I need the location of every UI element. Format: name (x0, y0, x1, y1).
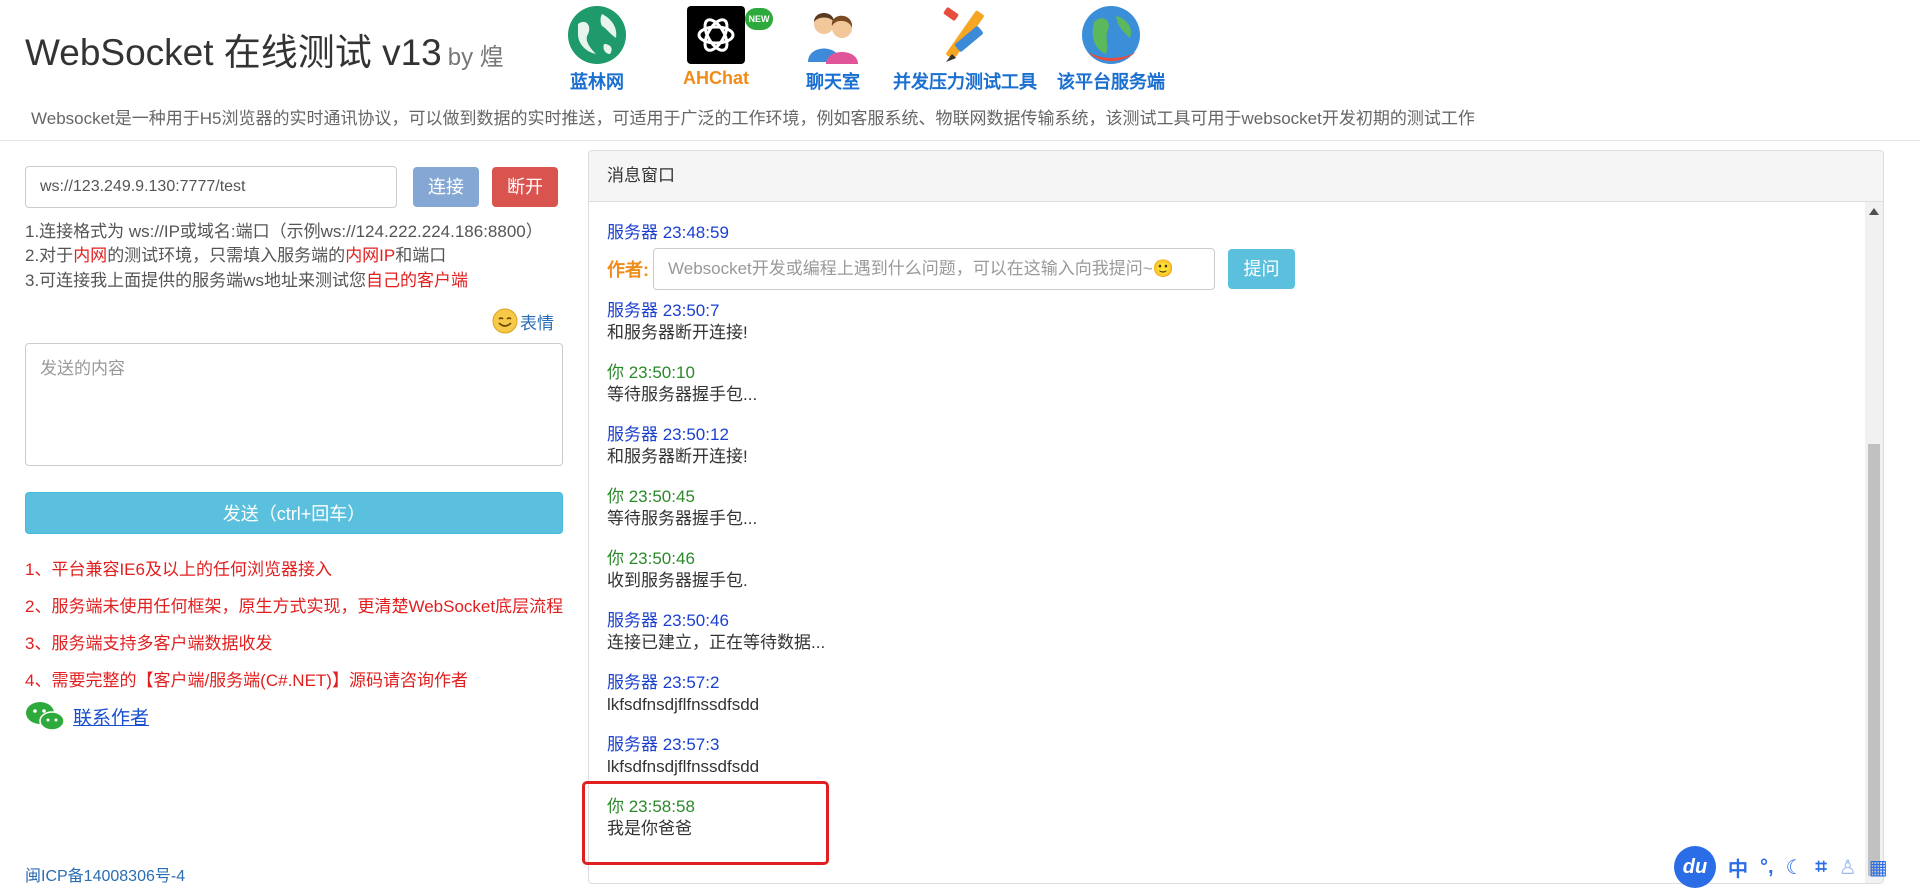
message-scrollbar[interactable] (1865, 202, 1883, 883)
tools-icon (943, 7, 984, 62)
grid-icon[interactable]: ▦ (1869, 855, 1888, 880)
connect-button[interactable]: 连接 (413, 167, 479, 207)
message-item: 你 23:50:46 收到服务器握手包. (607, 549, 748, 590)
user-icon[interactable]: ♙ (1839, 855, 1857, 880)
highlight-box (582, 781, 829, 865)
contact-author-link[interactable]: 联系作者 (73, 703, 149, 730)
openai-icon (687, 6, 745, 64)
wechat-icon (26, 702, 65, 731)
ask-button[interactable]: 提问 (1228, 249, 1295, 289)
scroll-thumb[interactable] (1868, 444, 1880, 876)
nav-server[interactable]: 该平台服务端 (1057, 4, 1165, 94)
nav-chatroom[interactable]: 聊天室 (802, 4, 864, 94)
scroll-up-arrow-icon[interactable] (1869, 208, 1879, 215)
page-description: Websocket是一种用于H5浏览器的实时通讯协议，可以做到数据的实时推送，可… (31, 109, 1475, 128)
new-badge: NEW (745, 8, 773, 30)
message-panel: 消息窗口 服务器 23:48:59 作者: Websocket开发或编程上遇到什… (588, 150, 1884, 884)
punctuation-icon[interactable]: °, (1760, 856, 1774, 879)
disconnect-button[interactable]: 断开 (492, 167, 558, 207)
help-line-2: 2.对于内网的测试环境，只需填入服务端的内网IP和端口 (25, 246, 447, 265)
smiley-icon (492, 308, 518, 334)
message-item: 你 23:50:45 等待服务器握手包... (607, 487, 758, 528)
message-clipped (607, 202, 612, 212)
crop-icon[interactable]: ⌗ (1816, 856, 1827, 879)
send-button[interactable]: 发送（ctrl+回车） (25, 492, 563, 534)
help-line-3: 3.可连接我上面提供的服务端ws地址来测试您自己的客户端 (25, 271, 468, 290)
panel-title: 消息窗口 (589, 151, 1883, 202)
message-item: 服务器 23:48:59 (607, 223, 729, 242)
ime-toolbar[interactable]: du 中 °, ☾ ⌗ ♙ ▦ (1674, 846, 1920, 888)
page-header: WebSocket 在线测试 v13 by 煌 蓝林网 NEW AHChat 聊… (0, 0, 1920, 141)
message-item: 服务器 23:57:2 lkfsdfnsdjflfnssdfsdd (607, 673, 760, 714)
ask-question-input[interactable]: Websocket开发或编程上遇到什么问题，可以在这输入向我提问~🙂 (653, 248, 1215, 290)
page-title: WebSocket 在线测试 v13 by 煌 (25, 32, 504, 73)
baidu-ime-logo[interactable]: du (1674, 846, 1716, 888)
nav-stress-test[interactable]: 并发压力测试工具 (893, 4, 1037, 94)
message-item: 服务器 23:50:46 连接已建立，正在等待数据... (607, 611, 826, 652)
message-item: 服务器 23:57:3 lkfsdfnsdjflfnssdfsdd (607, 735, 760, 776)
send-content-textarea[interactable]: 发送的内容 (25, 343, 563, 466)
ws-url-input[interactable]: ws://123.249.9.130:7777/test (25, 166, 397, 208)
people-icon (808, 13, 858, 64)
icp-link[interactable]: 闽ICP备14008306号-4 (25, 862, 185, 886)
earth-icon (1082, 6, 1140, 64)
ask-row: 作者: Websocket开发或编程上遇到什么问题，可以在这输入向我提问~🙂 提… (607, 248, 1295, 290)
note-4: 4、需要完整的【客户端/服务端(C#.NET)】源码请咨询作者 (25, 671, 468, 690)
note-2: 2、服务端未使用任何框架，原生方式实现，更清楚WebSocket底层流程 (25, 597, 564, 616)
nav-ahchat[interactable]: NEW AHChat (683, 4, 773, 89)
help-line-1: 1.连接格式为 ws://IP或域名:端口（示例ws://124.222.224… (25, 222, 543, 241)
note-3: 3、服务端支持多客户端数据收发 (25, 634, 273, 653)
emoji-button[interactable]: 表情 (492, 308, 554, 334)
ime-chinese-mode[interactable]: 中 (1728, 853, 1748, 882)
contact-author[interactable]: 联系作者 (25, 700, 149, 732)
message-item: 你 23:50:10 等待服务器握手包... (607, 363, 758, 404)
message-item: 服务器 23:50:7 和服务器断开连接! (607, 301, 748, 342)
moon-icon[interactable]: ☾ (1786, 855, 1804, 880)
message-list[interactable]: 服务器 23:48:59 作者: Websocket开发或编程上遇到什么问题，可… (607, 202, 1847, 882)
globe-icon (568, 6, 626, 64)
note-1: 1、平台兼容IE6及以上的任何浏览器接入 (25, 560, 332, 579)
message-item: 服务器 23:50:12 和服务器断开连接! (607, 425, 748, 466)
nav-lanlin[interactable]: 蓝林网 (566, 4, 628, 94)
